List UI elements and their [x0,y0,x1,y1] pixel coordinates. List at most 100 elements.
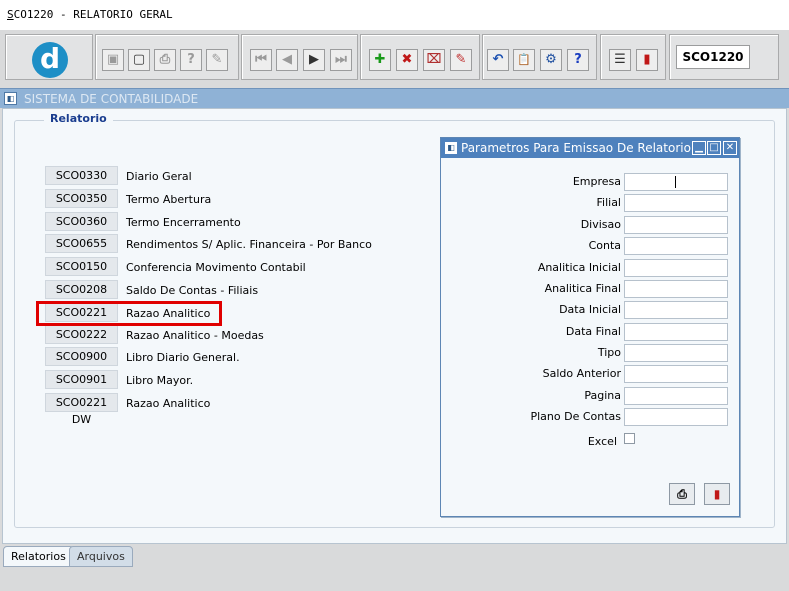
field-label-pagina: Pagina [584,389,621,402]
report-label: Termo Abertura [126,193,212,206]
saldo-anterior-input[interactable] [624,365,728,383]
empresa-input[interactable] [624,173,728,191]
save-button[interactable]: ▣ [102,49,124,71]
report-button-sco0150[interactable]: SCO0150 [45,257,118,276]
run-query-button[interactable]: ✎ [206,49,228,71]
screen-button[interactable]: ▢ [128,49,150,71]
clipboard-icon: 📋 [517,53,531,66]
main-content: Relatorio SCO0330 Diario Geral SCO0350 T… [2,108,787,544]
field-label-analitica-inicial: Analitica Inicial [537,261,621,274]
edit-icon: ✎ [455,52,467,67]
toolbar: d ▣ ▢ ⎙ ? ✎ ⏮ ◀ ▶ ⏭ ✚ ✖ ⌧ ✎ ↶ 📋 ⚙ ? ☰ ▮ … [0,30,789,86]
exit-door-icon: ▮ [643,52,651,67]
minimize-icon[interactable]: ▁ [692,141,706,155]
help-icon: ? [574,52,582,67]
excel-checkbox[interactable] [624,433,635,444]
report-button-sco0208[interactable]: SCO0208 [45,280,118,299]
field-label-filial: Filial [596,196,622,209]
menu-exit-group: ☰ ▮ [600,34,666,80]
first-record-button[interactable]: ⏮ [250,49,272,71]
add-record-button[interactable]: ✚ [369,49,391,71]
field-label-saldo-anterior: Saldo Anterior [542,367,621,380]
dialog-title-bar[interactable]: ◧ Parametros Para Emissao De Relatorio ▁… [441,138,739,158]
analitica-final-input[interactable] [624,280,728,298]
system-window-icon: ◧ [4,92,17,105]
file-tools-group: ▣ ▢ ⎙ ? ✎ [95,34,239,80]
parameters-dialog: ◧ Parametros Para Emissao De Relatorio ▁… [440,137,740,517]
clear-record-button[interactable]: ⌧ [423,49,445,71]
tab-bar: Relatorios Arquivos [0,544,789,591]
conta-input[interactable] [624,237,728,255]
report-button-sco0900[interactable]: SCO0900 [45,347,118,366]
field-label-divisao: Divisao [580,218,621,231]
menu-button[interactable]: ☰ [609,49,631,71]
next-record-button[interactable]: ▶ [303,49,325,71]
divisao-input[interactable] [624,216,728,234]
app-logo-icon: d [32,42,68,78]
pagina-input[interactable] [624,387,728,405]
field-label-analitica-final: Analitica Final [544,282,621,295]
field-label-conta: Conta [588,239,621,252]
clipboard-button[interactable]: 📋 [513,49,535,71]
data-inicial-input[interactable] [624,301,728,319]
next-icon: ▶ [309,52,319,67]
help-button[interactable]: ? [567,49,589,71]
query-button[interactable]: ? [180,49,202,71]
analitica-inicial-input[interactable] [624,259,728,277]
report-button-sco0655[interactable]: SCO0655 [45,234,118,253]
report-label: Conferencia Movimento Contabil [126,261,306,274]
tab-arquivos[interactable]: Arquivos [69,546,133,567]
last-icon: ⏭ [335,52,347,67]
floppy-icon: ▣ [106,52,120,67]
report-button-sco0330[interactable]: SCO0330 [45,166,118,185]
previous-icon: ◀ [282,52,292,67]
last-record-button[interactable]: ⏭ [330,49,352,71]
printer-icon: ⎙ [159,52,171,67]
excel-label: Excel [587,435,617,448]
report-label: Rendimentos S/ Aplic. Financeira - Por B… [126,238,372,251]
utility-group: ↶ 📋 ⚙ ? [482,34,597,80]
report-button-sco0901[interactable]: SCO0901 [45,370,118,389]
delete-record-button[interactable]: ✖ [396,49,418,71]
report-button-sco0222[interactable]: SCO0222 [45,325,118,344]
print-button[interactable]: ⎙ [154,49,176,71]
report-button-sco0221-dw[interactable]: SCO0221 DW [45,393,118,426]
tab-relatorios[interactable]: Relatorios [3,546,74,567]
system-title: SISTEMA DE CONTABILIDADE [24,92,199,106]
printer-icon: ⎙ [677,487,687,501]
navigation-group: ⏮ ◀ ▶ ⏭ [241,34,358,80]
selection-highlight [36,301,222,326]
print-report-button[interactable]: ⎙ [669,483,695,505]
report-label: Termo Encerramento [126,216,241,229]
tools-button[interactable]: ⚙ [540,49,562,71]
exit-button[interactable]: ▮ [636,49,658,71]
screen-code: SCO1220 [676,45,750,69]
close-dialog-button[interactable]: ▮ [704,483,730,505]
plano-de-contas-input[interactable] [624,408,728,426]
field-label-plano-de-contas: Plano De Contas [530,410,621,423]
field-label-data-final: Data Final [565,325,621,338]
previous-record-button[interactable]: ◀ [276,49,298,71]
dialog-window-icon: ◧ [445,142,457,154]
undo-icon: ↶ [492,52,504,67]
field-label-tipo: Tipo [597,346,621,359]
maximize-icon[interactable]: □ [707,141,721,155]
menu-icon: ☰ [614,52,626,67]
data-final-input[interactable] [624,323,728,341]
field-label-empresa: Empresa [572,175,621,188]
clear-icon: ⌧ [426,52,442,67]
report-label: Razao Analitico [126,397,211,410]
window-title: SCO1220 - RELATORIO GERAL [0,0,789,30]
edit-record-button[interactable]: ✎ [450,49,472,71]
undo-button[interactable]: ↶ [487,49,509,71]
tipo-input[interactable] [624,344,728,362]
filial-input[interactable] [624,194,728,212]
close-icon[interactable]: ✕ [723,141,737,155]
monitor-icon: ▢ [132,52,146,67]
report-button-sco0360[interactable]: SCO0360 [45,212,118,231]
report-label: Libro Diario General. [126,351,240,364]
pencil-icon: ✎ [211,52,223,67]
report-button-sco0350[interactable]: SCO0350 [45,189,118,208]
report-label: Saldo De Contas - Filiais [126,284,259,297]
report-label: Libro Mayor. [126,374,194,387]
